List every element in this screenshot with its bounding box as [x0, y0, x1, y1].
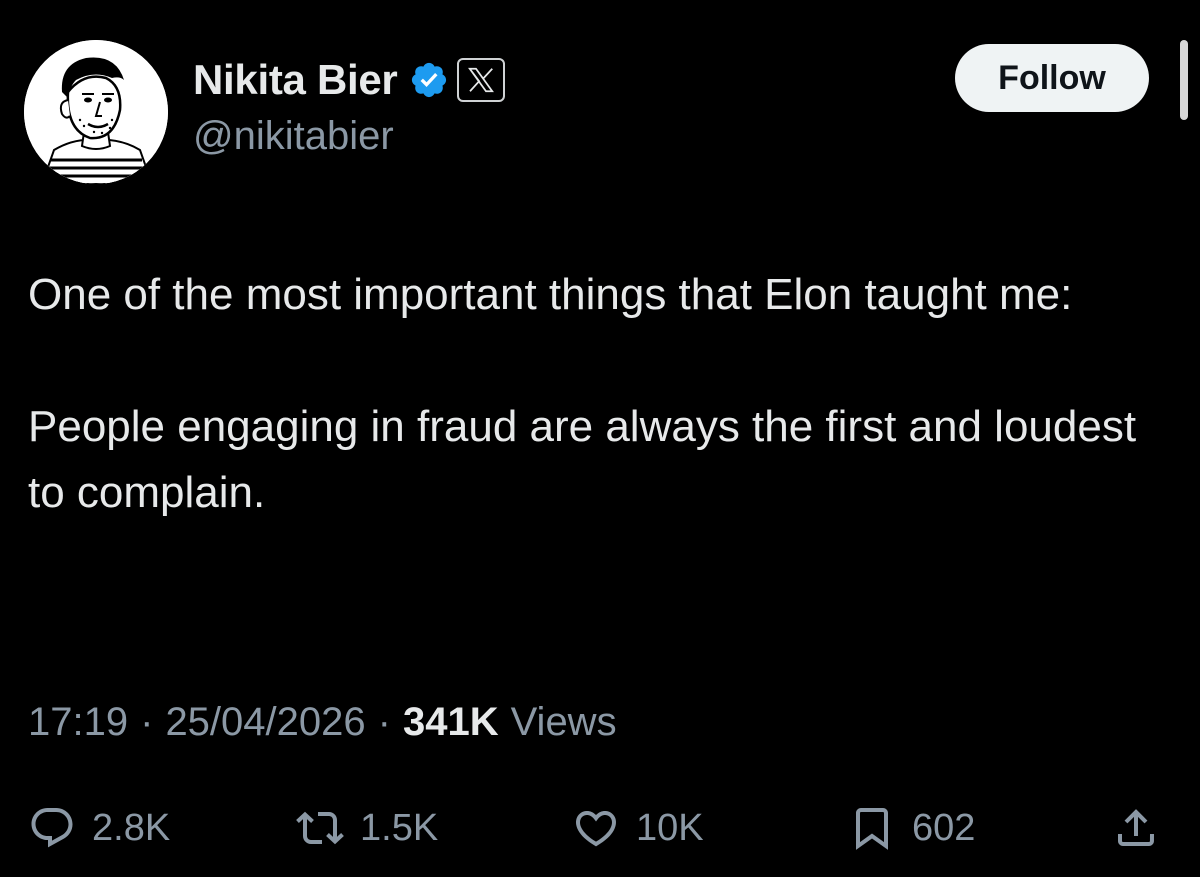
views-count[interactable]: 341K [403, 700, 499, 745]
meta-separator: · [377, 700, 391, 744]
author-handle[interactable]: @nikitabier [193, 114, 394, 159]
repost-button[interactable]: 1.5K [296, 796, 438, 860]
reply-button[interactable]: 2.8K [28, 796, 170, 860]
tweet-paragraph: One of the most important things that El… [28, 270, 1073, 319]
author-avatar[interactable] [24, 40, 168, 184]
views-label: Views [510, 700, 617, 744]
reply-icon [28, 804, 76, 852]
author-display-name[interactable]: Nikita Bier [193, 56, 398, 104]
reply-count: 2.8K [92, 806, 171, 849]
tweet-paragraph: People engaging in fraud are always the … [28, 402, 1137, 517]
bookmark-count: 602 [912, 806, 976, 849]
repost-count: 1.5K [360, 806, 439, 849]
repost-icon [296, 804, 344, 852]
verified-badge-icon[interactable] [409, 60, 449, 100]
tweet-time[interactable]: 17:19 [28, 700, 128, 745]
scrollbar[interactable] [1180, 40, 1188, 120]
tweet-meta: 17:19 · 25/04/2026 · 341K Views [28, 700, 617, 745]
meta-separator: · [140, 700, 154, 744]
heart-icon [572, 804, 620, 852]
bookmark-button[interactable]: 602 [848, 796, 975, 860]
avatar-portrait-icon [24, 40, 168, 184]
tweet-card: Nikita Bier @nikitabier Follow One of th… [0, 0, 1200, 877]
bookmark-icon [848, 804, 896, 852]
tweet-text: One of the most important things that El… [28, 262, 1158, 526]
x-logo-icon[interactable] [457, 58, 506, 102]
follow-button[interactable]: Follow [955, 44, 1149, 112]
share-icon [1112, 804, 1160, 852]
share-button[interactable] [1112, 796, 1160, 860]
like-count: 10K [636, 806, 704, 849]
author-name-row: Nikita Bier [193, 54, 506, 106]
like-button[interactable]: 10K [572, 796, 704, 860]
tweet-date[interactable]: 25/04/2026 [165, 700, 365, 745]
